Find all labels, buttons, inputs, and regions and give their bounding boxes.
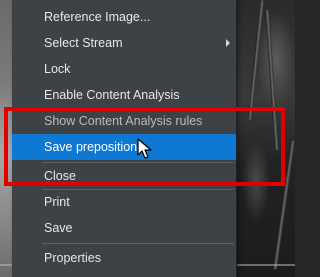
chevron-right-icon: [226, 39, 230, 47]
menu-item-label: Select Stream: [44, 36, 123, 50]
menu-item-close[interactable]: Close: [12, 163, 236, 189]
menu-item-save[interactable]: Save: [12, 215, 236, 241]
background-cable: [272, 140, 295, 270]
menu-item-lock[interactable]: Lock: [12, 56, 236, 82]
context-menu: Reference Image... Select Stream Lock En…: [12, 0, 237, 277]
menu-item-properties[interactable]: Properties: [12, 245, 236, 271]
background-cable: [265, 10, 279, 150]
menu-item-print[interactable]: Print: [12, 189, 236, 215]
menu-item-show-content-analysis-rules[interactable]: Show Content Analysis rules: [12, 108, 236, 134]
background-right-strip: [236, 0, 295, 277]
menu-item-reference-image[interactable]: Reference Image...: [12, 4, 236, 30]
background-cable: [247, 0, 265, 120]
menu-separator: [42, 243, 234, 244]
menu-item-save-preposition[interactable]: Save preposition: [12, 134, 236, 160]
background-left-strip: [0, 0, 12, 277]
menu-item-enable-content-analysis[interactable]: Enable Content Analysis: [12, 82, 236, 108]
mouse-pointer-icon: [137, 138, 152, 159]
menu-item-select-stream[interactable]: Select Stream: [12, 30, 236, 56]
